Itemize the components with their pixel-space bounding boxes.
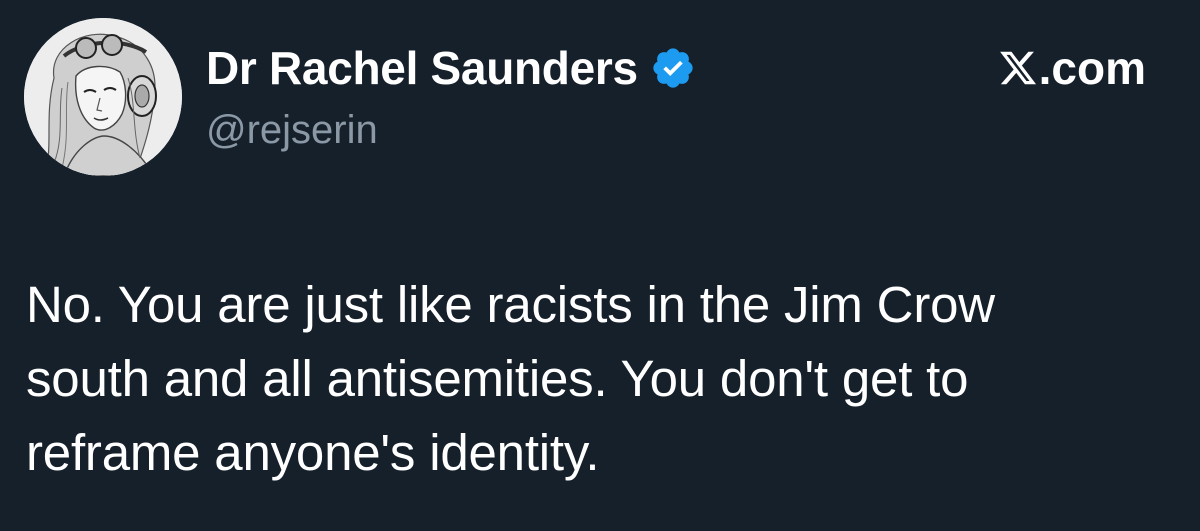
display-name[interactable]: Dr Rachel Saunders: [206, 41, 638, 95]
x-logo-icon: [998, 48, 1038, 88]
author-handle[interactable]: @rejserin: [206, 108, 378, 153]
verified-badge-icon: [650, 45, 696, 91]
tweet-card: Dr Rachel Saunders @rejserin .com No. Yo…: [0, 0, 1200, 531]
tweet-text: No. You are just like racists in the Jim…: [26, 276, 995, 481]
avatar[interactable]: [24, 18, 182, 176]
brand-label[interactable]: .com: [998, 40, 1146, 96]
author-name-row: Dr Rachel Saunders: [206, 40, 696, 96]
sketch-portrait-icon: [24, 18, 182, 176]
brand-domain: .com: [1038, 42, 1146, 94]
